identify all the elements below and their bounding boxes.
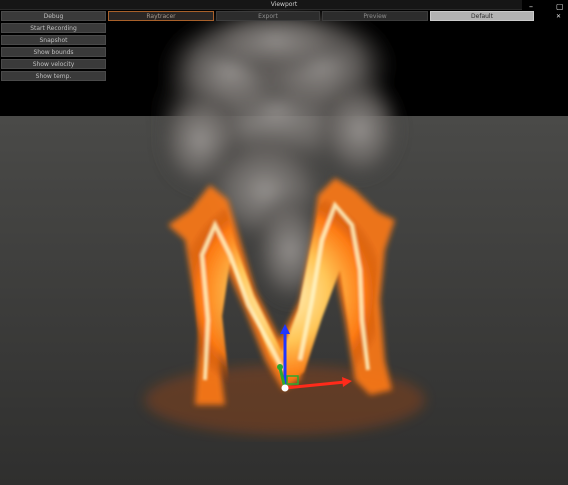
start-recording-button[interactable]: Start Recording — [1, 23, 106, 33]
viewport-window: Viewport – ▢ ✕ Raytracer Export Preview … — [0, 0, 568, 485]
title-bar: Viewport — [0, 0, 568, 10]
show-temp-button[interactable]: Show temp. — [1, 71, 106, 81]
show-velocity-button[interactable]: Show velocity — [1, 59, 106, 69]
debug-menu: Debug Start Recording Snapshot Show boun… — [1, 11, 106, 83]
window-title: Viewport — [270, 1, 298, 8]
gizmo-y-handle-icon[interactable] — [277, 364, 283, 370]
gizmo-center-handle[interactable] — [281, 384, 289, 392]
snapshot-button[interactable]: Snapshot — [1, 35, 106, 45]
minimize-icon[interactable]: – — [529, 3, 533, 11]
tab-default[interactable]: Default — [430, 11, 534, 21]
maximize-icon[interactable]: ▢ — [556, 3, 564, 11]
debug-button[interactable]: Debug — [1, 11, 106, 21]
tab-preview[interactable]: Preview — [322, 11, 428, 21]
close-icon[interactable]: ✕ — [556, 13, 561, 21]
tab-export[interactable]: Export — [216, 11, 320, 21]
show-bounds-button[interactable]: Show bounds — [1, 47, 106, 57]
tab-raytracer[interactable]: Raytracer — [108, 11, 214, 21]
